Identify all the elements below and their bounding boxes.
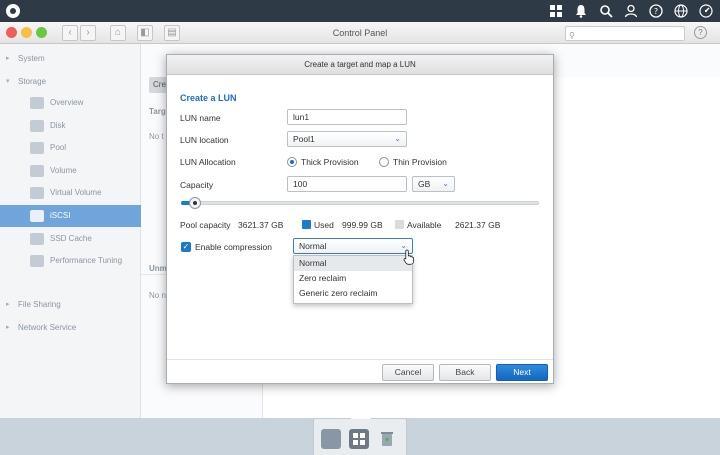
compression-value: Normal — [299, 241, 327, 251]
lun-location-label: LUN location — [180, 135, 229, 145]
sidebar-item-iscsi[interactable]: iSCSI — [0, 205, 141, 227]
compression-select[interactable]: Normal ⌄ — [293, 238, 413, 254]
pool-capacity-value: 3621.37 GB — [238, 220, 284, 230]
cancel-button[interactable]: Cancel — [382, 364, 434, 381]
hand-cursor-icon — [403, 249, 414, 265]
window-titlebar: ‹ › ⌂ ◧ ▤ Control Panel ⚲ ? — [0, 22, 720, 44]
used-label: Used — [314, 220, 334, 230]
sidebar-item-overview[interactable]: Overview — [0, 92, 141, 114]
iscsi-icon — [30, 210, 44, 222]
create-lun-dialog: Create a target and map a LUN Create a L… — [166, 54, 554, 384]
chevron-down-icon: ⌄ — [442, 179, 449, 188]
bell-icon[interactable] — [572, 2, 589, 20]
capacity-slider-track[interactable] — [181, 201, 539, 205]
active-window-indicator — [351, 415, 371, 419]
capacity-label: Capacity — [180, 180, 214, 190]
used-color-swatch — [302, 220, 311, 229]
capacity-slider-handle[interactable] — [189, 197, 202, 209]
sidebar-item-disk[interactable]: Disk — [0, 115, 141, 137]
dialog-body: Create a LUN LUN name lun1 LUN location … — [167, 75, 553, 359]
unmapped-empty-text: No n — [149, 291, 166, 300]
pool-icon — [30, 142, 44, 154]
unmapped-section-title: Unm — [149, 264, 167, 273]
lun-allocation-label: LUN Allocation — [180, 157, 236, 167]
taskbar-dock — [313, 415, 407, 455]
lun-name-input[interactable]: lun1 — [287, 109, 407, 125]
compression-dropdown-list: Normal Zero reclaim Generic zero reclaim — [293, 255, 413, 304]
apps-grid-icon[interactable] — [547, 2, 564, 20]
sidebar-group-file-sharing[interactable]: ▸ File Sharing — [0, 296, 141, 314]
compression-option-normal[interactable]: Normal — [294, 256, 412, 271]
help-icon[interactable]: ? — [647, 2, 664, 20]
sidebar: ▸ System ▾ Storage Overview Disk Pool Volu… — [0, 44, 141, 418]
sidebar-item-virtual-volume[interactable]: Virtual Volume — [0, 182, 141, 204]
logo-icon[interactable] — [6, 4, 20, 18]
dashboard-icon[interactable] — [697, 2, 714, 20]
dialog-footer: Cancel Back Next — [167, 359, 553, 384]
sidebar-item-ssd-cache[interactable]: SSD Cache — [0, 228, 141, 250]
available-label: Available — [407, 220, 442, 230]
thin-provision-label: Thin Provision — [393, 157, 447, 167]
lun-location-value: Pool1 — [293, 134, 315, 144]
volume-icon — [30, 165, 44, 177]
globe-icon[interactable] — [672, 2, 689, 20]
ssd-cache-icon — [30, 233, 44, 245]
section-heading: Create a LUN — [180, 93, 237, 103]
capacity-unit-value: GB — [418, 179, 431, 189]
lun-name-label: LUN name — [180, 113, 221, 123]
available-value: 2621.37 GB — [455, 220, 501, 230]
performance-tuning-icon — [30, 255, 44, 267]
chevron-right-icon: ▸ — [6, 301, 10, 308]
system-icons: ? — [547, 2, 714, 20]
chevron-right-icon: ▸ — [6, 324, 10, 331]
capacity-unit-select[interactable]: GB ⌄ — [412, 176, 455, 192]
targets-section-title: Targ — [149, 107, 166, 116]
overview-icon — [30, 97, 44, 109]
sidebar-group-storage[interactable]: ▾ Storage — [0, 73, 141, 91]
user-icon[interactable] — [622, 2, 639, 20]
capacity-input[interactable]: 100 — [287, 176, 407, 192]
sidebar-group-network-service[interactable]: ▸ Network Service — [0, 319, 141, 337]
app-center-icon[interactable] — [349, 429, 369, 449]
used-value: 999.99 GB — [342, 220, 383, 230]
svg-text:?: ? — [653, 7, 657, 16]
search-icon[interactable] — [597, 2, 614, 20]
disk-icon — [30, 120, 44, 132]
search-icon: ⚲ — [569, 31, 575, 40]
next-button[interactable]: Next — [496, 364, 548, 381]
chevron-down-icon: ⌄ — [394, 134, 401, 143]
targets-empty-text: No t — [149, 132, 164, 141]
sidebar-group-system[interactable]: ▸ System — [0, 50, 141, 68]
thick-provision-label: Thick Provision — [301, 157, 359, 167]
compression-option-generic-zero-reclaim[interactable]: Generic zero reclaim — [294, 286, 412, 301]
pool-capacity-label: Pool capacity — [180, 220, 231, 230]
thin-provision-radio[interactable] — [379, 157, 389, 167]
control-panel-app-icon[interactable] — [321, 429, 341, 449]
system-bar: ? — [0, 0, 720, 22]
dialog-title: Create a target and map a LUN — [167, 55, 553, 75]
back-button[interactable]: Back — [439, 364, 491, 381]
enable-compression-checkbox[interactable]: ✓ — [181, 242, 191, 252]
lun-location-select[interactable]: Pool1 ⌄ — [287, 131, 407, 147]
thick-provision-radio[interactable] — [287, 157, 297, 167]
virtual-volume-icon — [30, 187, 44, 199]
enable-compression-label: Enable compression — [195, 242, 273, 252]
sidebar-item-performance-tuning[interactable]: Performance Tuning — [0, 250, 141, 272]
available-color-swatch — [395, 220, 404, 229]
chevron-down-icon: ▾ — [6, 78, 10, 85]
sidebar-item-pool[interactable]: Pool — [0, 137, 141, 159]
sidebar-item-volume[interactable]: Volume — [0, 160, 141, 182]
compression-option-zero-reclaim[interactable]: Zero reclaim — [294, 271, 412, 286]
recycle-bin-icon[interactable] — [377, 429, 397, 449]
search-input[interactable]: ⚲ — [565, 26, 685, 41]
chevron-right-icon: ▸ — [6, 55, 10, 62]
help-button[interactable]: ? — [694, 26, 707, 39]
